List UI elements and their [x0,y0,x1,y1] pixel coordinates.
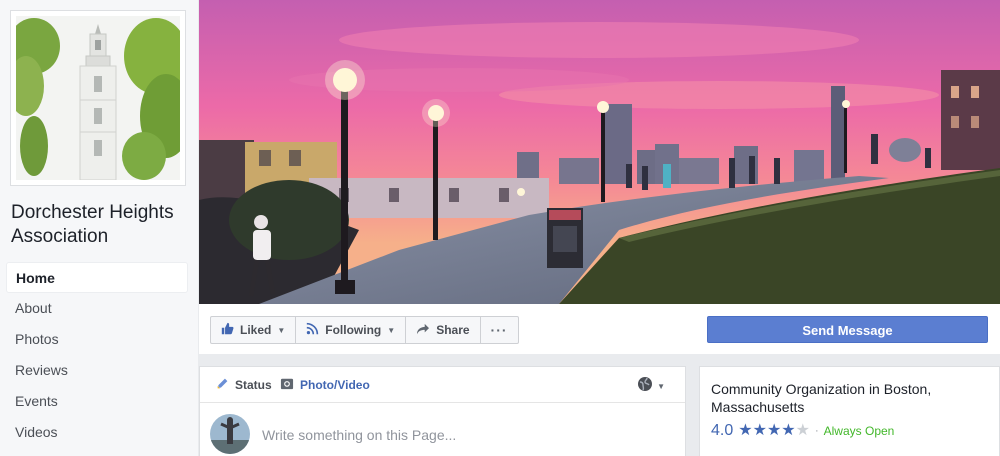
camera-icon [280,377,294,393]
more-options-button[interactable]: ··· [481,317,518,343]
profile-picture[interactable] [10,10,186,186]
post-composer: Status Photo/Video ▼ [199,366,686,456]
share-label: Share [436,323,470,337]
audience-selector[interactable]: ▼ [637,376,665,397]
avatar [210,414,250,454]
photo-video-label: Photo/Video [300,378,370,392]
page-action-bar: Liked ▼ Following ▼ Share ··· Send Messa… [199,304,1000,354]
star-icon: ★ [752,422,767,439]
tab-photo-video[interactable]: Photo/Video [280,377,370,393]
chevron-down-icon: ▼ [277,325,286,335]
status-label: Status [235,378,272,392]
profile-photo-tower [16,16,180,180]
liked-button[interactable]: Liked ▼ [211,317,297,343]
page-category[interactable]: Community Organization in Boston, Massac… [711,380,991,416]
nav-item-photos[interactable]: Photos [6,324,188,355]
following-label: Following [325,323,382,337]
page-title: Dorchester Heights Association [11,202,174,247]
rss-icon [306,322,319,338]
following-button[interactable]: Following ▼ [296,317,407,343]
rating-stars[interactable]: ★★★★★ [738,422,810,440]
cover-photo-sunset-scene [199,0,1000,304]
about-card: Community Organization in Boston, Massac… [699,366,1000,456]
liked-label: Liked [240,323,272,337]
action-button-group: Liked ▼ Following ▼ Share ··· [210,316,519,344]
globe-icon [637,376,653,397]
star-icon: ★ [738,422,753,439]
nav-item-home[interactable]: Home [6,262,188,293]
pencil-icon [216,377,229,393]
star-icon: ★ [766,422,782,439]
cover-photo[interactable] [199,0,1000,304]
share-button[interactable]: Share [406,317,481,343]
rating-row: 4.0 ★★★★★ · Always Open [711,422,894,440]
open-status: Always Open [823,424,895,438]
chevron-down-icon: ▼ [387,325,396,335]
left-sidebar: Dorchester Heights Association Home Abou… [0,0,198,456]
share-arrow-icon [416,323,430,338]
star-icon: ★ [781,422,796,439]
star-icon: ★ [795,422,810,439]
chevron-down-icon: ▼ [657,382,665,391]
post-input[interactable] [262,425,662,445]
separator: · [814,425,819,437]
composer-tabs: Status Photo/Video ▼ [200,367,685,403]
nav-item-reviews[interactable]: Reviews [6,355,188,386]
nav-item-about[interactable]: About [6,293,188,324]
page-nav: Home About Photos Reviews Events Videos [6,262,188,448]
send-message-button[interactable]: Send Message [707,316,988,343]
nav-item-videos[interactable]: Videos [6,417,188,448]
rating-value[interactable]: 4.0 [711,422,733,440]
more-icon: ··· [490,322,508,338]
thumbs-up-icon [221,322,234,338]
nav-item-events[interactable]: Events [6,386,188,417]
tab-status[interactable]: Status [216,377,272,393]
